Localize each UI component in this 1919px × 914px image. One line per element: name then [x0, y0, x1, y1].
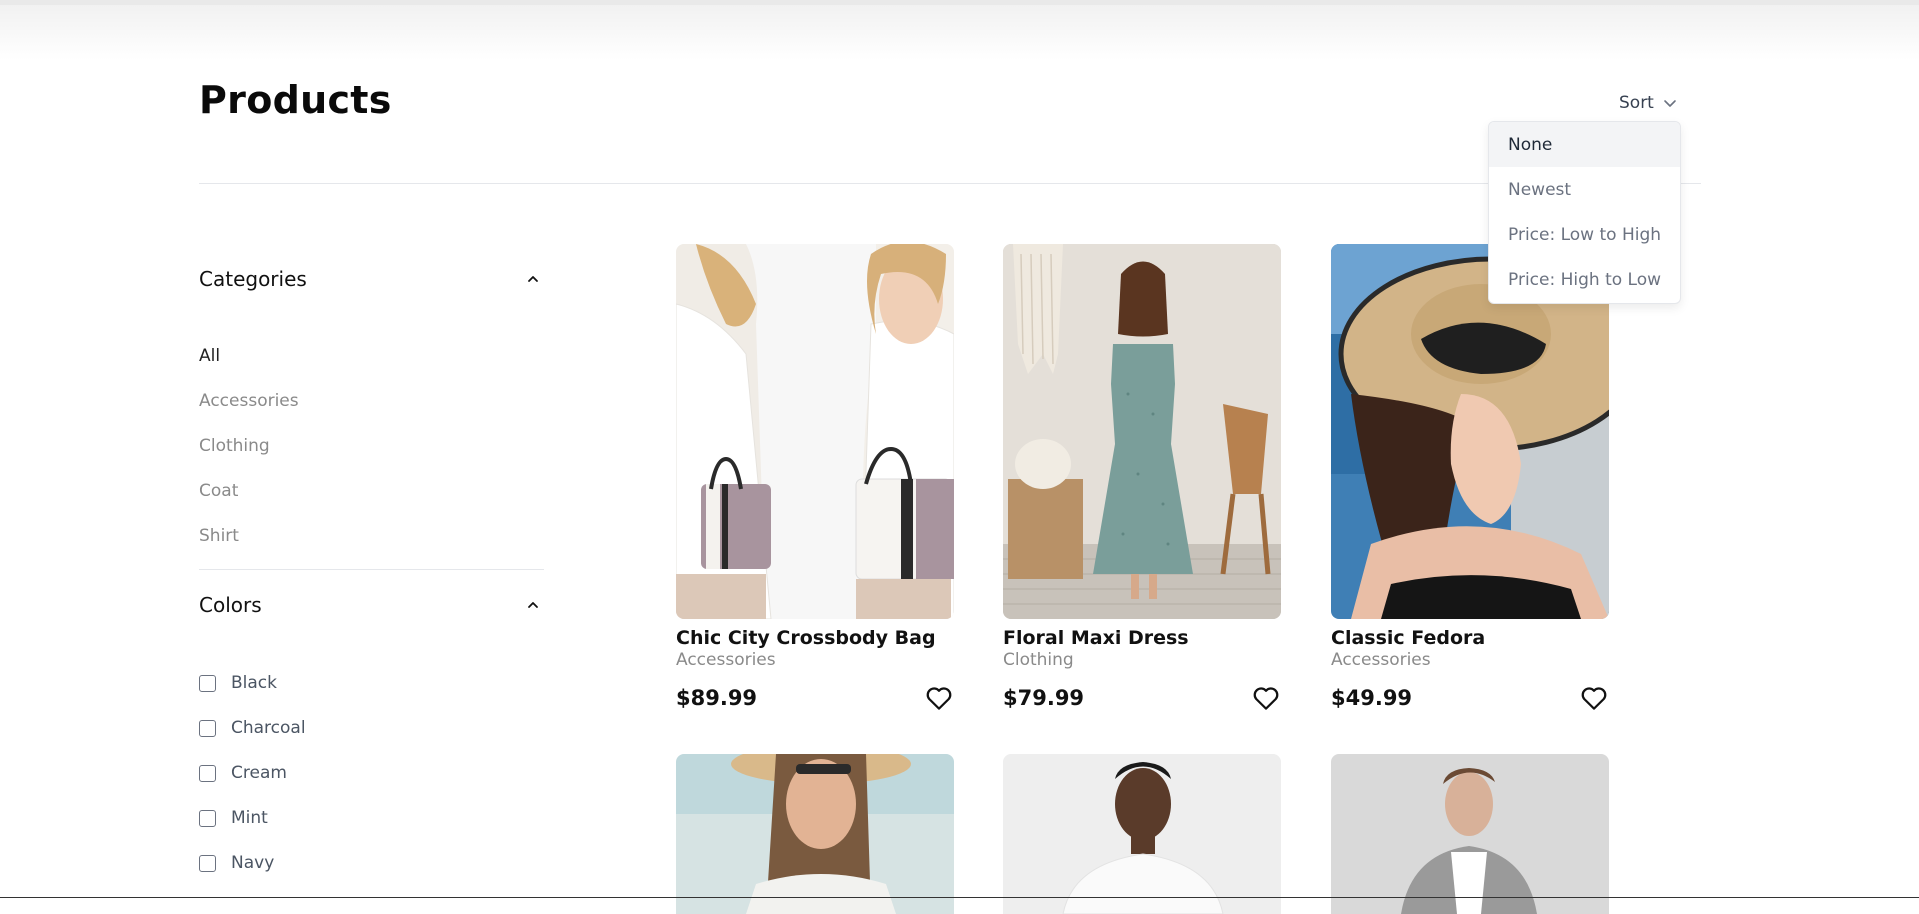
product-image[interactable]	[1003, 754, 1281, 914]
checkbox[interactable]	[199, 764, 216, 782]
sort-button[interactable]: Sort	[1619, 90, 1678, 116]
sort-option-none[interactable]: None	[1489, 122, 1680, 167]
product-price: $79.99	[1003, 686, 1085, 710]
color-label: Navy	[231, 853, 275, 873]
product-image[interactable]	[676, 244, 954, 619]
product-price: $49.99	[1331, 686, 1413, 710]
checkbox[interactable]	[199, 719, 216, 737]
product-category: Clothing	[1003, 650, 1074, 670]
sort-option-price-high-low[interactable]: Price: High to Low	[1489, 257, 1680, 302]
color-option-navy[interactable]: Navy	[199, 851, 274, 875]
color-option-mint[interactable]: Mint	[199, 806, 268, 830]
sort-label: Sort	[1619, 93, 1654, 113]
color-label: Mint	[231, 808, 268, 828]
sort-option-newest[interactable]: Newest	[1489, 167, 1680, 212]
color-label: Cream	[231, 763, 287, 783]
product-image[interactable]	[1331, 754, 1609, 914]
product-card[interactable]: Classic Fedora Accessories $49.99	[1331, 244, 1609, 713]
chevron-up-icon	[528, 602, 538, 608]
chevron-down-icon	[1664, 100, 1676, 107]
sort-option-price-low-high[interactable]: Price: Low to High	[1489, 212, 1680, 257]
colors-title: Colors	[199, 593, 262, 617]
checkbox[interactable]	[199, 674, 216, 692]
color-label: Black	[231, 673, 277, 693]
heart-icon[interactable]	[1579, 683, 1609, 713]
colors-header[interactable]: Colors	[199, 590, 544, 620]
color-option-black[interactable]: Black	[199, 671, 277, 695]
category-item-accessories[interactable]: Accessories	[199, 390, 299, 412]
color-option-charcoal[interactable]: Charcoal	[199, 716, 306, 740]
product-category: Accessories	[676, 650, 776, 670]
heart-icon[interactable]	[1251, 683, 1281, 713]
category-item-clothing[interactable]: Clothing	[199, 435, 270, 457]
categories-title: Categories	[199, 267, 307, 291]
category-item-shirt[interactable]: Shirt	[199, 525, 239, 547]
categories-header[interactable]: Categories	[199, 264, 544, 294]
header-divider	[199, 183, 1701, 184]
category-item-all[interactable]: All	[199, 345, 220, 367]
product-card[interactable]: Floral Maxi Dress Clothing $79.99	[1003, 244, 1281, 713]
product-card[interactable]: Chic City Crossbody Bag Accessories $89.…	[676, 244, 954, 713]
header-shadow	[0, 5, 1919, 60]
category-item-coat[interactable]: Coat	[199, 480, 238, 502]
sidebar-divider	[199, 569, 544, 570]
product-image[interactable]	[1003, 244, 1281, 619]
product-name[interactable]: Classic Fedora	[1331, 627, 1609, 649]
product-name[interactable]: Floral Maxi Dress	[1003, 627, 1281, 649]
heart-icon[interactable]	[924, 683, 954, 713]
page-title: Products	[199, 78, 392, 122]
color-label: Charcoal	[231, 718, 306, 738]
product-image[interactable]	[676, 754, 954, 914]
color-option-cream[interactable]: Cream	[199, 761, 287, 785]
product-name[interactable]: Chic City Crossbody Bag	[676, 627, 954, 649]
product-price: $89.99	[676, 686, 758, 710]
product-category: Accessories	[1331, 650, 1431, 670]
checkbox[interactable]	[199, 809, 216, 827]
chevron-up-icon	[528, 276, 538, 282]
sort-dropdown-menu: None Newest Price: Low to High Price: Hi…	[1488, 121, 1681, 304]
checkbox[interactable]	[199, 854, 216, 872]
